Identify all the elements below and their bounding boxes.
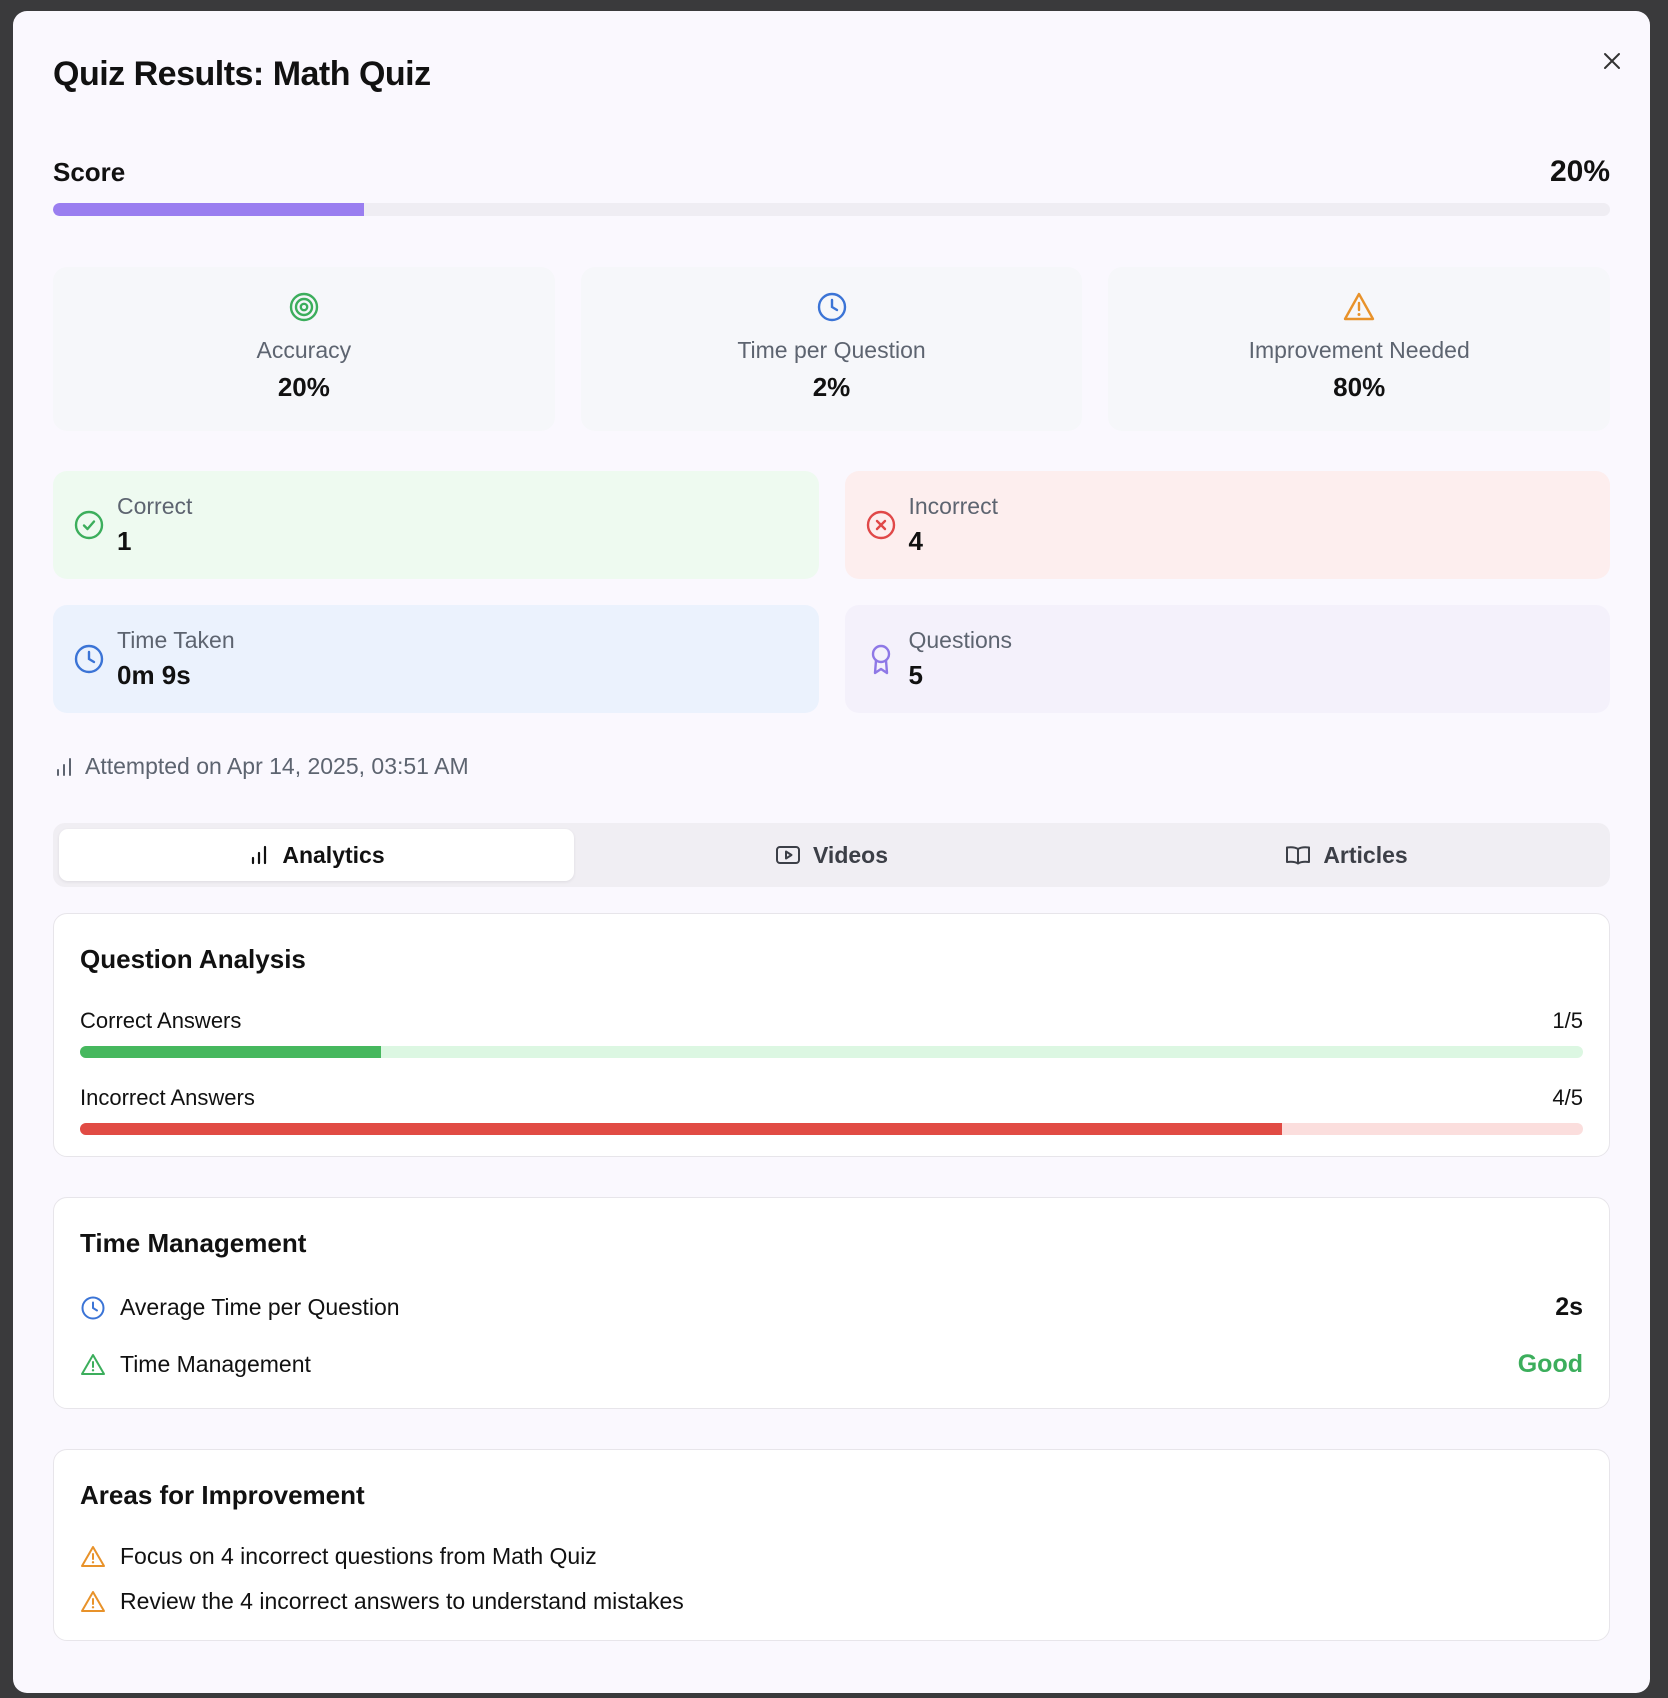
dialog-title: Quiz Results: Math Quiz bbox=[53, 55, 431, 93]
stat-label: Time per Question bbox=[737, 337, 926, 363]
card-label: Time Taken bbox=[117, 627, 235, 653]
bar-label: Incorrect Answers bbox=[80, 1085, 255, 1110]
time-taken-card: Time Taken 0m 9s bbox=[53, 605, 819, 713]
improvement-item: Focus on 4 incorrect questions from Math… bbox=[80, 1543, 1583, 1570]
result-tabs: Analytics Videos Articles bbox=[53, 823, 1610, 887]
tab-label: Videos bbox=[813, 841, 888, 868]
attempted-date: Attempted on Apr 14, 2025, 03:51 AM bbox=[53, 753, 469, 780]
time-management-status: Good bbox=[1517, 1350, 1583, 1378]
card-value: 4 bbox=[908, 526, 923, 556]
stat-accuracy: Accuracy 20% bbox=[53, 267, 555, 431]
warning-icon bbox=[81, 1353, 105, 1375]
score-progress-bar bbox=[53, 203, 1610, 216]
bar-chart-icon bbox=[252, 845, 267, 865]
row-value: 2s bbox=[1555, 1293, 1583, 1321]
panel-title: Areas for Improvement bbox=[80, 1480, 365, 1510]
card-value: 0m 9s bbox=[117, 660, 191, 690]
improvement-item: Review the 4 incorrect answers to unders… bbox=[80, 1588, 1583, 1615]
correct-answers-bar: Correct Answers 1/5 bbox=[80, 1008, 1583, 1058]
score-label: Score bbox=[53, 156, 126, 187]
clock-icon bbox=[74, 644, 104, 674]
questions-card: Questions 5 bbox=[844, 605, 1610, 713]
stat-time-per-question: Time per Question 2% bbox=[580, 267, 1083, 431]
bar-label: Correct Answers bbox=[80, 1008, 242, 1033]
bar-value: 1/5 bbox=[1552, 1008, 1583, 1033]
card-value: 5 bbox=[908, 660, 923, 690]
tab-label: Analytics bbox=[282, 841, 385, 868]
tab-analytics[interactable]: Analytics bbox=[59, 829, 574, 881]
row-label: Average Time per Question bbox=[120, 1294, 400, 1320]
question-analysis-panel: Question Analysis Correct Answers 1/5 In… bbox=[53, 913, 1610, 1157]
close-button[interactable] bbox=[1598, 47, 1626, 75]
avg-time-row: Average Time per Question 2s bbox=[80, 1293, 1583, 1322]
time-management-panel: Time Management Average Time per Questio… bbox=[53, 1197, 1610, 1409]
award-icon bbox=[871, 644, 890, 675]
stat-value: 2% bbox=[812, 372, 851, 402]
score-progress-fill bbox=[53, 203, 365, 216]
bar-value: 4/5 bbox=[1552, 1085, 1583, 1110]
bar-chart-icon bbox=[57, 757, 71, 776]
tab-label: Articles bbox=[1323, 841, 1408, 868]
incorrect-answers-fill bbox=[80, 1123, 1283, 1135]
stat-improvement-needed: Improvement Needed 80% bbox=[1108, 267, 1611, 431]
clock-icon bbox=[81, 1296, 105, 1319]
clock-icon bbox=[817, 292, 846, 322]
quiz-results-dialog: Quiz Results: Math Quiz Score 20% Accura… bbox=[13, 11, 1650, 1693]
warning-icon bbox=[81, 1545, 105, 1567]
card-label: Questions bbox=[908, 627, 1013, 653]
warning-icon bbox=[1343, 292, 1375, 321]
stat-label: Accuracy bbox=[256, 337, 352, 363]
card-label: Incorrect bbox=[908, 493, 998, 519]
score-value: 20% bbox=[1549, 155, 1610, 188]
incorrect-answers-track bbox=[80, 1123, 1583, 1135]
check-circle-icon bbox=[74, 510, 104, 540]
improvement-text: Review the 4 incorrect answers to unders… bbox=[120, 1588, 684, 1614]
panel-title: Time Management bbox=[80, 1228, 307, 1258]
incorrect-answers-bar: Incorrect Answers 4/5 bbox=[80, 1085, 1583, 1135]
stat-value: 20% bbox=[277, 372, 330, 402]
row-label: Time Management bbox=[120, 1351, 311, 1377]
tab-videos[interactable]: Videos bbox=[574, 829, 1089, 881]
time-management-status-row: Time Management Good bbox=[80, 1350, 1583, 1379]
stat-label: Improvement Needed bbox=[1248, 337, 1470, 363]
improvement-text: Focus on 4 incorrect questions from Math… bbox=[120, 1543, 597, 1569]
x-circle-icon bbox=[866, 510, 895, 540]
correct-answers-fill bbox=[80, 1046, 381, 1058]
summary-stats: Accuracy 20% Time per Question 2% Improv… bbox=[53, 267, 1611, 431]
book-open-icon bbox=[1286, 846, 1311, 865]
close-icon bbox=[1604, 53, 1620, 69]
stat-value: 80% bbox=[1333, 372, 1386, 402]
card-label: Correct bbox=[117, 493, 193, 519]
result-cards: Correct 1 Incorrect 4 Time Taken 0m 9s Q… bbox=[53, 471, 1610, 713]
target-icon bbox=[289, 292, 319, 322]
tab-articles[interactable]: Articles bbox=[1089, 829, 1604, 881]
card-value: 1 bbox=[117, 526, 132, 556]
video-icon bbox=[776, 846, 800, 864]
score-row: Score 20% bbox=[53, 155, 1610, 189]
attempted-text: Attempted on Apr 14, 2025, 03:51 AM bbox=[85, 753, 469, 779]
correct-answers-track bbox=[80, 1046, 1583, 1058]
areas-for-improvement-panel: Areas for Improvement Focus on 4 incorre… bbox=[53, 1449, 1610, 1641]
warning-icon bbox=[81, 1590, 105, 1612]
incorrect-card: Incorrect 4 bbox=[844, 471, 1610, 579]
correct-card: Correct 1 bbox=[53, 471, 819, 579]
panel-title: Question Analysis bbox=[80, 944, 306, 974]
